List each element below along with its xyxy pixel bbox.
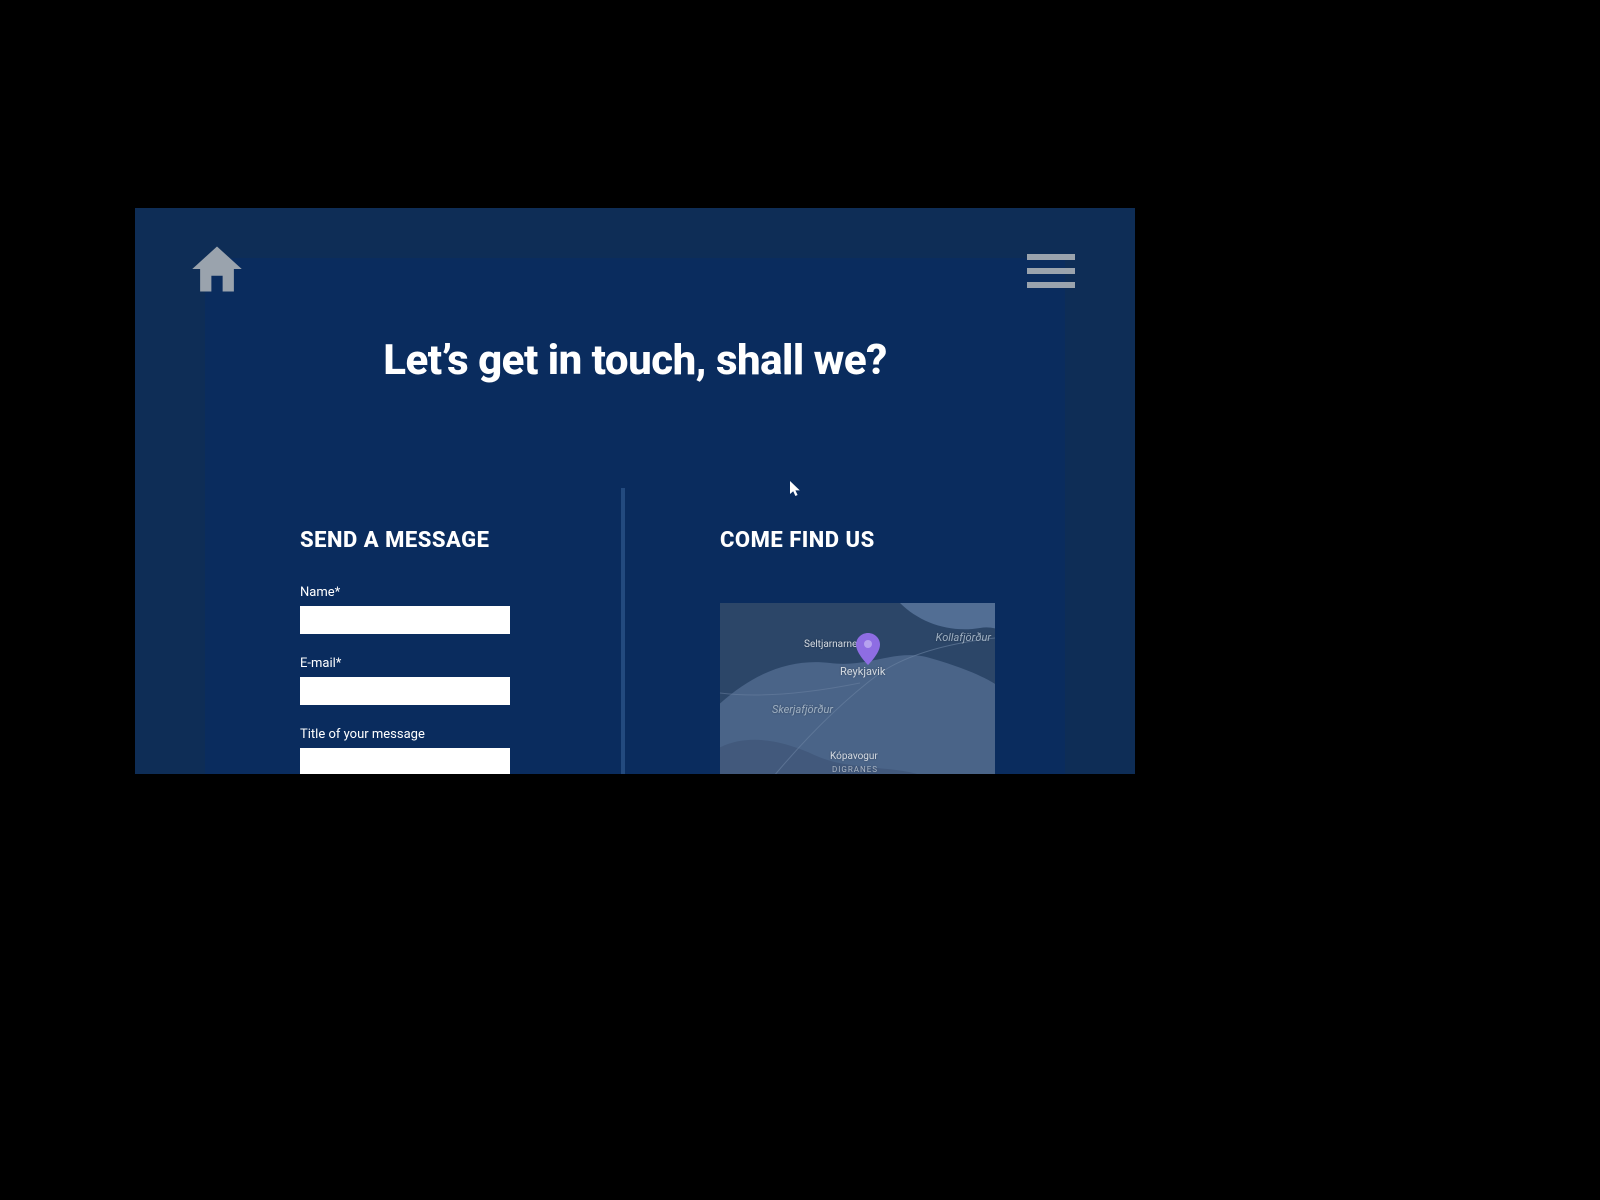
home-icon xyxy=(190,244,244,294)
title-input[interactable] xyxy=(300,748,510,774)
home-button[interactable] xyxy=(190,244,244,294)
come-find-us-heading: COME FIND US xyxy=(720,528,1040,553)
come-find-us-section: COME FIND US xyxy=(720,528,1040,585)
name-input[interactable] xyxy=(300,606,510,634)
email-label: E-mail* xyxy=(300,656,560,671)
hamburger-icon xyxy=(1027,268,1075,274)
send-message-section: SEND A MESSAGE Name* E-mail* Title of yo… xyxy=(300,528,560,774)
map-pin-label: Reykjavik xyxy=(840,665,885,678)
map-label-seltjarnarnes: Seltjarnarnes xyxy=(804,639,863,650)
contact-page: Let’s get in touch, shall we? SEND A MES… xyxy=(135,208,1135,774)
map-pin-icon xyxy=(856,633,880,665)
send-message-heading: SEND A MESSAGE xyxy=(300,528,560,553)
page-title: Let’s get in touch, shall we? xyxy=(135,336,1135,385)
email-input[interactable] xyxy=(300,677,510,705)
hamburger-icon xyxy=(1027,254,1075,260)
menu-button[interactable] xyxy=(1027,254,1075,288)
column-divider xyxy=(621,488,625,774)
location-map[interactable]: Seltjarnarnes Kollafjörður Skerjafjörður… xyxy=(720,603,995,774)
cursor-icon xyxy=(790,481,802,497)
map-label-skerjafjordur: Skerjafjörður xyxy=(772,703,833,716)
map-graphic xyxy=(720,603,995,774)
map-label-digranes: DIGRANES xyxy=(832,765,878,774)
title-label: Title of your message xyxy=(300,727,560,742)
map-label-kollafjordur: Kollafjörður xyxy=(936,631,991,644)
name-label: Name* xyxy=(300,585,560,600)
hamburger-icon xyxy=(1027,282,1075,288)
map-label-kopavogur: Kópavogur xyxy=(830,751,878,762)
